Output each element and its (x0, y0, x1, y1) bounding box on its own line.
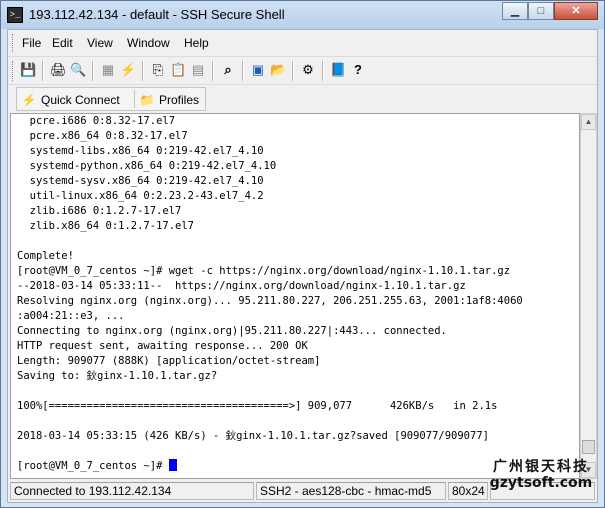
terminal-output[interactable]: pcre.i686 0:8.32-17.el7 pcre.x86_64 0:8.… (17, 114, 523, 474)
disconnect-icon[interactable]: ▦ (100, 62, 116, 78)
print-preview-icon[interactable]: 🔍 (70, 62, 86, 78)
terminal-app-icon[interactable]: >_ (7, 7, 23, 23)
terminal-line: --2018-03-14 05:33:11-- https://nginx.or… (17, 280, 466, 292)
terminal-line: 2018-03-14 05:33:15 (426 KB/s) - 鈥ginx-1… (17, 430, 489, 442)
toolbar-separator (322, 61, 324, 81)
terminal-line: systemd-sysv.x86_64 0:219-42.el7_4.10 (17, 175, 264, 187)
terminal-line: systemd-python.x86_64 0:219-42.el7_4.10 (17, 160, 277, 172)
scrollbar-thumb[interactable] (582, 440, 595, 454)
minimize-button[interactable]: ▁ (502, 2, 528, 20)
watermark-logo: 广州银天科技 gzytsoft.com (486, 459, 596, 491)
scroll-up-arrow-icon[interactable]: ▲ (581, 114, 596, 130)
menu-bar: File Edit View Window Help (8, 30, 597, 56)
terminal-size-status: 80x24 (448, 482, 488, 500)
window-title: 193.112.42.134 - default - SSH Secure Sh… (29, 7, 285, 22)
quick-connect-bar: ⚡ Quick Connect 📁 Profiles (8, 84, 597, 113)
connection-status: Connected to 193.112.42.134 (10, 482, 254, 500)
new-terminal-icon[interactable]: ▣ (250, 62, 266, 78)
profiles-button[interactable]: 📁 Profiles (139, 91, 200, 109)
profiles-label: Profiles (159, 93, 200, 107)
context-help-icon[interactable]: ? (350, 62, 366, 78)
terminal-line: pcre.i686 0:8.32-17.el7 (17, 115, 176, 127)
quick-connect-label: Quick Connect (41, 93, 120, 107)
menu-view[interactable]: View (87, 36, 113, 50)
terminal-line: util-linux.x86_64 0:2.23.2-43.el7_4.2 (17, 190, 264, 202)
terminal-line: Length: 909077 (888K) [application/octet… (17, 355, 321, 367)
help-topics-icon[interactable]: 📘 (330, 62, 346, 78)
toolbar-separator (242, 61, 244, 81)
menu-edit[interactable]: Edit (52, 36, 73, 50)
menubar-grip-handle[interactable] (12, 34, 16, 52)
terminal-line: Complete! (17, 250, 74, 262)
main-toolbar: 💾 🖨 🔍 ▦ ⚡ ⎘ 📋 ▤ ⌕ ▣ 📂 ⚙ 📘 ? (8, 56, 597, 85)
toolbar-grip-handle[interactable] (12, 61, 16, 81)
paste-special-icon[interactable]: ▤ (190, 62, 206, 78)
print-icon[interactable]: 🖨 (50, 62, 67, 78)
terminal-cursor (168, 459, 177, 471)
new-file-transfer-icon[interactable]: 📂 (270, 62, 286, 78)
connect-icon[interactable]: ⚡ (120, 62, 136, 78)
close-button[interactable]: ✕ (554, 2, 598, 20)
terminal-line: HTTP request sent, awaiting response... … (17, 340, 308, 352)
quickbar-separator (134, 90, 135, 108)
quick-connect-group: ⚡ Quick Connect 📁 Profiles (16, 87, 206, 111)
copy-icon[interactable]: ⎘ (150, 62, 166, 78)
terminal-line: zlib.i686 0:1.2.7-17.el7 (17, 205, 182, 217)
watermark-chinese-text: 广州银天科技 (493, 459, 589, 475)
terminal-line: systemd-libs.x86_64 0:219-42.el7_4.10 (17, 145, 264, 157)
quick-connect-icon: ⚡ (21, 93, 37, 107)
terminal-line: Connecting to nginx.org (nginx.org)|95.2… (17, 325, 447, 337)
window-controls: ▁ □ ✕ (502, 2, 598, 20)
title-bar[interactable]: >_ 193.112.42.134 - default - SSH Secure… (1, 1, 604, 29)
toolbar-separator (42, 61, 44, 81)
toolbar-separator (212, 61, 214, 81)
maximize-button[interactable]: □ (528, 2, 554, 20)
find-icon[interactable]: ⌕ (220, 62, 236, 78)
ssh-window: >_ 193.112.42.134 - default - SSH Secure… (0, 0, 605, 508)
toolbar-separator (292, 61, 294, 81)
cipher-status: SSH2 - aes128-cbc - hmac-md5 (256, 482, 446, 500)
folder-icon: 📁 (139, 93, 155, 107)
terminal-line: [root@VM_0_7_centos ~]# (17, 460, 169, 472)
save-icon[interactable]: 💾 (20, 62, 36, 78)
menu-help[interactable]: Help (184, 36, 209, 50)
quick-connect-button[interactable]: ⚡ Quick Connect (21, 91, 120, 109)
terminal-line: :a004:21::e3, ... (17, 310, 125, 322)
terminal-line: zlib.x86_64 0:1.2.7-17.el7 (17, 220, 195, 232)
paste-icon[interactable]: 📋 (170, 62, 186, 78)
terminal-line: Resolving nginx.org (nginx.org)... 95.21… (17, 295, 523, 307)
watermark-domain-text: gzytsoft.com (489, 475, 593, 491)
terminal-pane[interactable]: pcre.i686 0:8.32-17.el7 pcre.x86_64 0:8.… (10, 113, 580, 479)
client-area: File Edit View Window Help 💾 🖨 🔍 ▦ ⚡ ⎘ 📋… (7, 29, 598, 503)
vertical-scrollbar[interactable]: ▲ ▼ (580, 113, 597, 479)
terminal-line: pcre.x86_64 0:8.32-17.el7 (17, 130, 188, 142)
terminal-line: 100%[===================================… (17, 400, 498, 412)
toolbar-separator (142, 61, 144, 81)
menu-file[interactable]: File (22, 36, 41, 50)
menu-window[interactable]: Window (127, 36, 170, 50)
terminal-line: [root@VM_0_7_centos ~]# wget -c https://… (17, 265, 511, 277)
terminal-line: Saving to: 鈥ginx-1.10.1.tar.gz? (17, 370, 218, 382)
toolbar-separator (92, 61, 94, 81)
settings-icon[interactable]: ⚙ (300, 62, 316, 78)
